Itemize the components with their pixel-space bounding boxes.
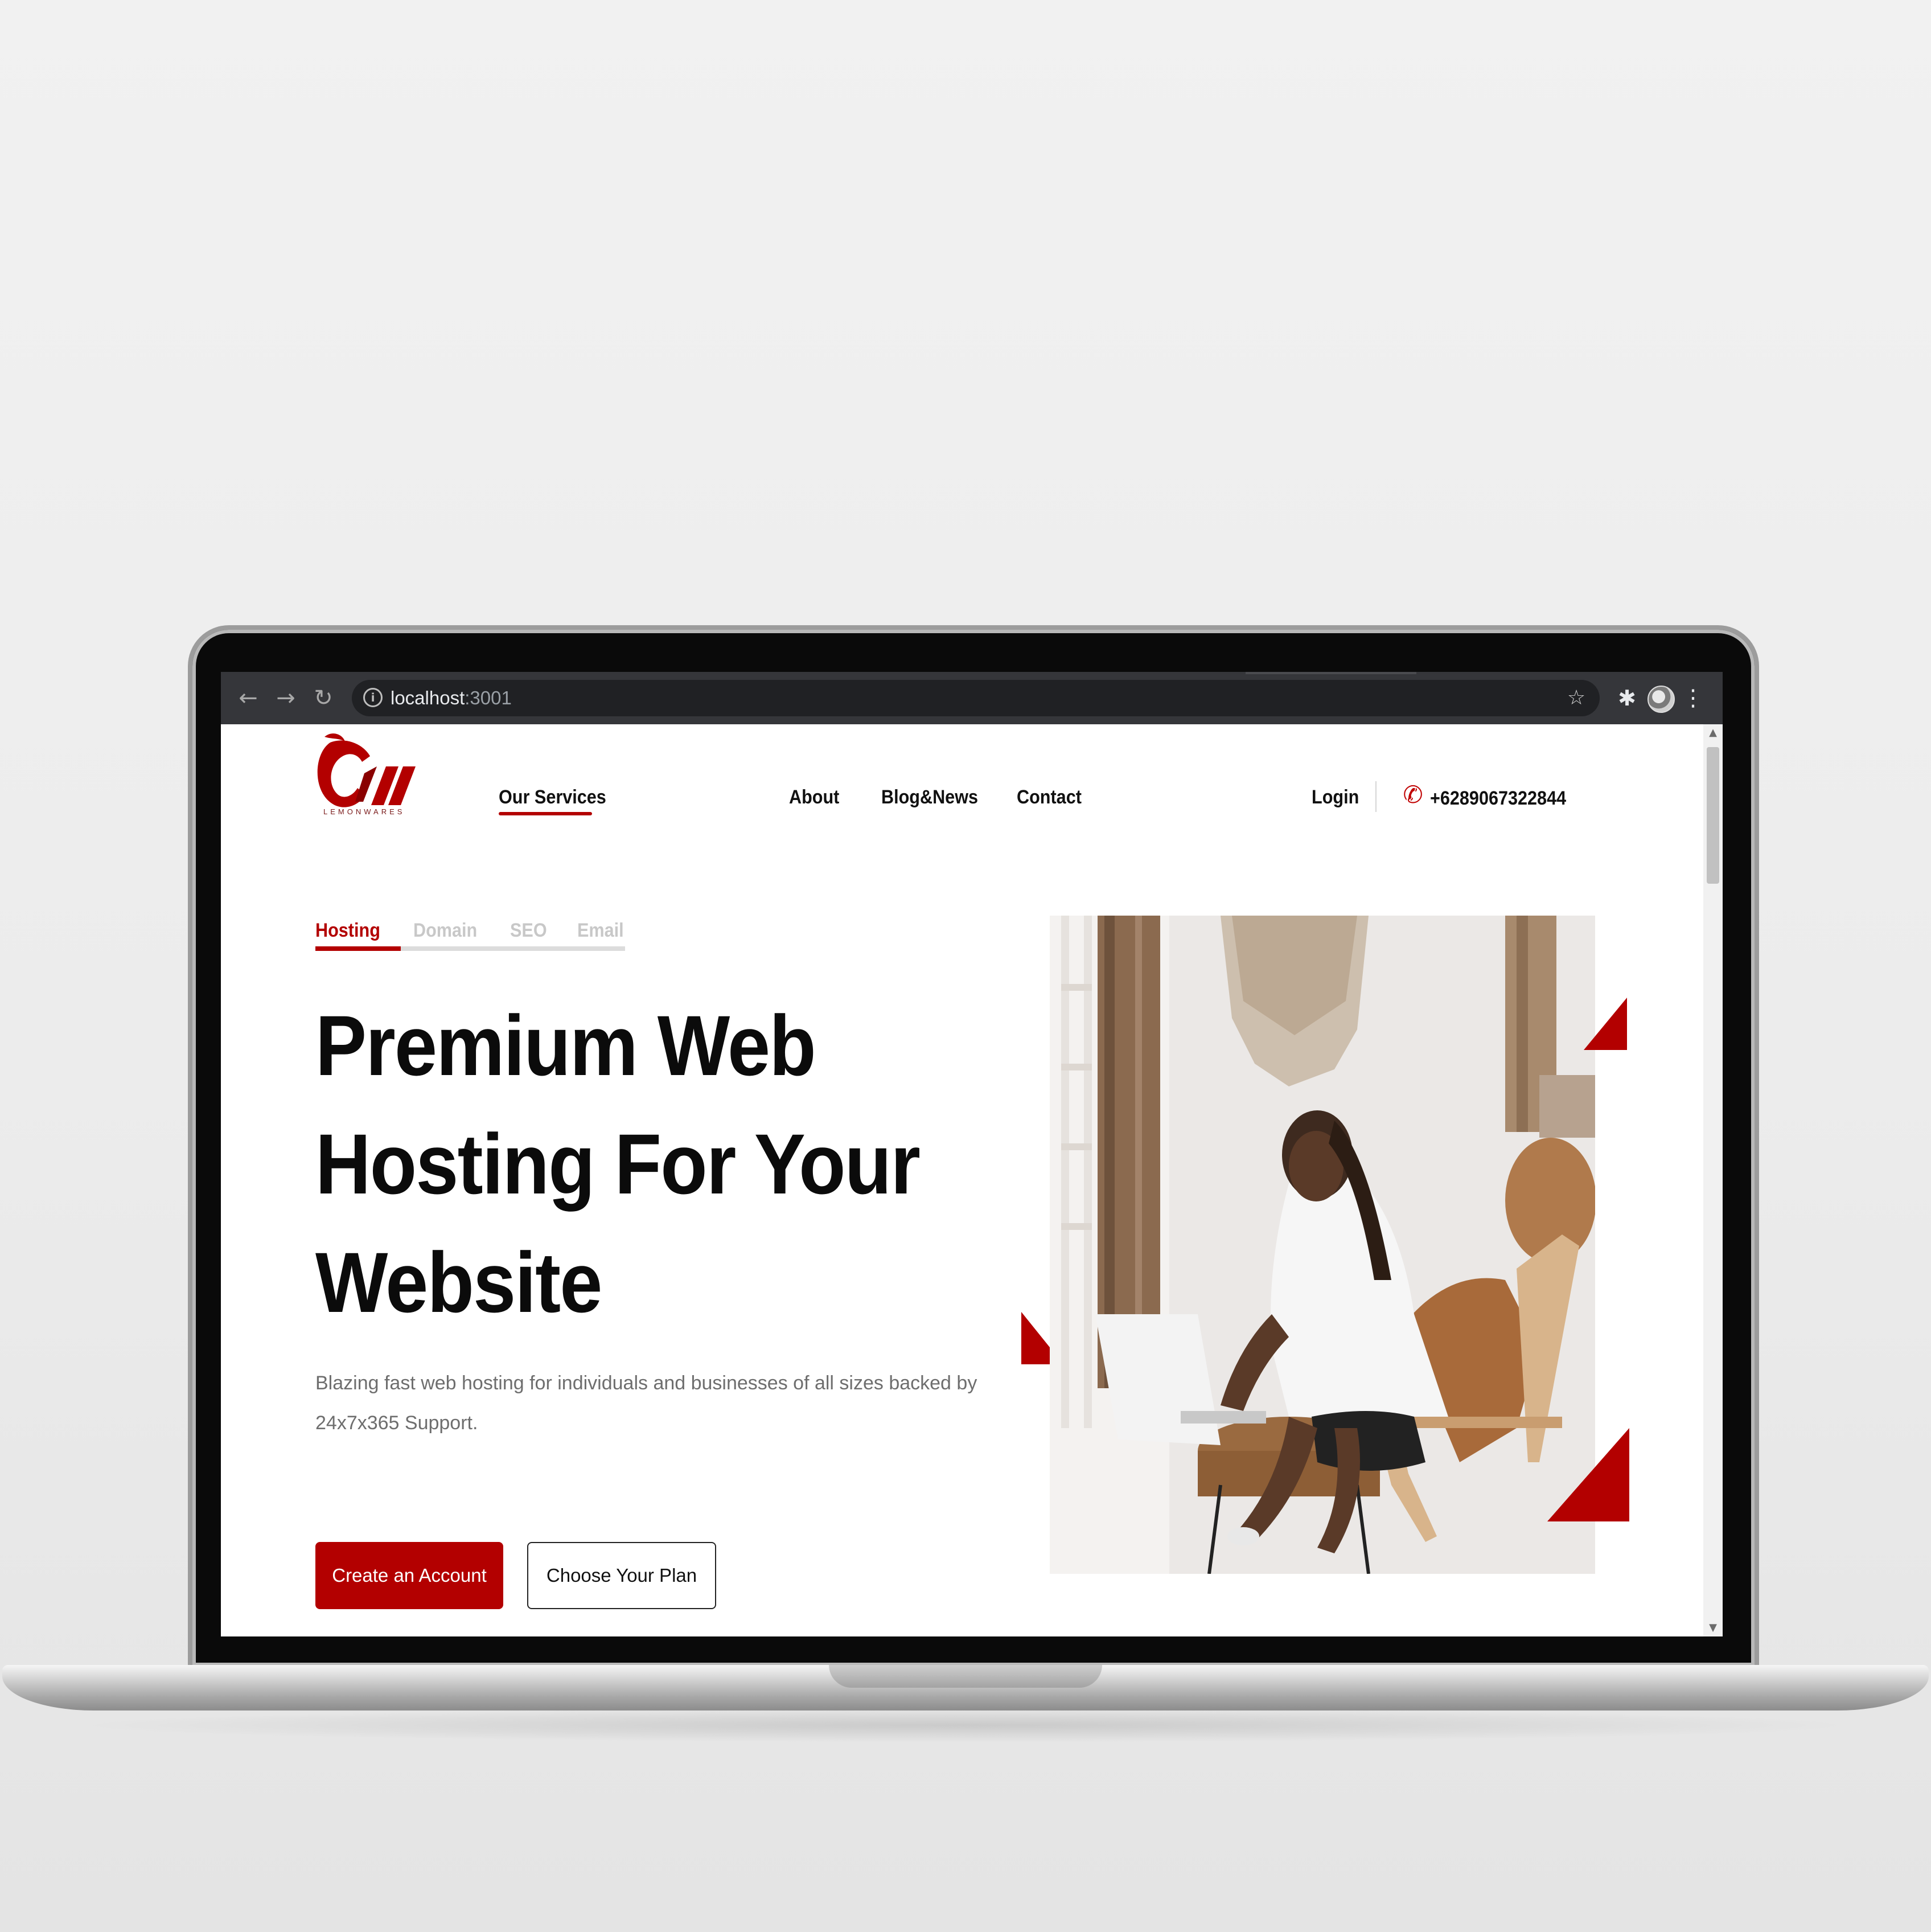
hero-subtitle: Blazing fast web hosting for individuals… (315, 1372, 977, 1434)
laptop-notch (829, 1665, 1102, 1688)
nav-divider (1375, 781, 1377, 812)
hero-title: Premium Web Hosting For Your Website (315, 986, 930, 1342)
address-bar[interactable]: i localhost:3001 ☆ (352, 680, 1600, 716)
url-host: localhost (391, 687, 465, 708)
scroll-down-arrow-icon[interactable]: ▼ (1703, 1619, 1723, 1636)
web-page: LEMONWARES Our Services About Blog&News … (221, 724, 1703, 1636)
hero-title-line-2: Hosting For Your (315, 1116, 921, 1212)
decor-triangle-top (1584, 998, 1627, 1050)
browser-toolbar: ← → ↻ i localhost:3001 ☆ ✱ ⋮ (221, 672, 1723, 724)
tab-strip (1246, 672, 1416, 674)
tab-hosting[interactable]: Hosting (315, 917, 380, 944)
nav-about[interactable]: About (789, 784, 839, 811)
tab-seo[interactable]: SEO (510, 917, 547, 944)
info-icon[interactable]: i (363, 688, 383, 707)
phone-number[interactable]: +6289067322844 (1430, 785, 1566, 812)
scroll-thumb[interactable] (1707, 747, 1719, 884)
hero-title-line-1: Premium Web (315, 998, 816, 1093)
puzzle-icon[interactable]: ✱ (1612, 683, 1642, 713)
scrollbar[interactable]: ▲ ▼ (1703, 724, 1723, 1636)
url-port: :3001 (465, 687, 512, 708)
nav-contact[interactable]: Contact (1017, 784, 1082, 811)
tab-active-indicator (315, 946, 401, 951)
hero-title-line-3: Website (315, 1234, 602, 1330)
address-url[interactable]: localhost:3001 (391, 686, 512, 711)
hero-photo (1050, 916, 1595, 1574)
star-icon[interactable]: ☆ (1563, 684, 1589, 712)
forward-icon[interactable]: → (271, 683, 301, 713)
scroll-up-arrow-icon[interactable]: ▲ (1703, 724, 1723, 741)
login-link[interactable]: Login (1312, 784, 1359, 811)
nav-active-underline (499, 812, 592, 815)
browser-window: ← → ↻ i localhost:3001 ☆ ✱ ⋮ LEMONWARES … (221, 672, 1723, 1636)
nav-blog-news[interactable]: Blog&News (881, 784, 978, 811)
back-icon[interactable]: ← (233, 683, 263, 713)
kebab-icon[interactable]: ⋮ (1682, 683, 1704, 713)
create-account-button[interactable]: Create an Account (315, 1542, 503, 1609)
tab-domain[interactable]: Domain (413, 917, 477, 944)
avatar[interactable] (1647, 686, 1675, 713)
decor-triangle-bottom (1547, 1428, 1629, 1521)
logo-caption: LEMONWARES (323, 807, 405, 816)
laptop-shadow (68, 1708, 1863, 1742)
reload-icon[interactable]: ↻ (309, 683, 338, 713)
nav-our-services[interactable]: Our Services (499, 784, 606, 811)
choose-plan-button[interactable]: Choose Your Plan (527, 1542, 716, 1609)
phone-icon: ✆ (1403, 781, 1423, 809)
tab-email[interactable]: Email (577, 917, 624, 944)
